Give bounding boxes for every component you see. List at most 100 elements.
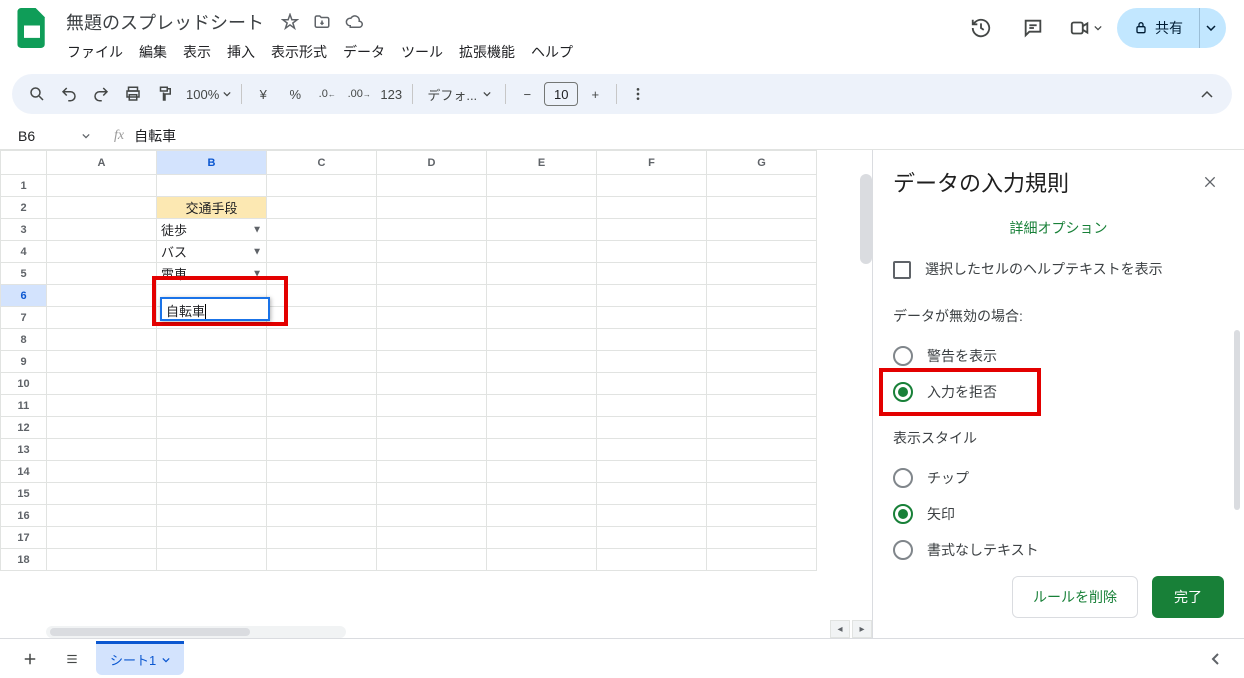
collapse-sidepanel-icon[interactable] — [1200, 643, 1232, 675]
zoom-select[interactable]: 100% — [182, 79, 235, 109]
toolbar: 100% ¥ % .0← .00→ 123 デフォ... − 10 + — [12, 74, 1232, 114]
delete-rule-button[interactable]: ルールを削除 — [1012, 576, 1138, 618]
row-header[interactable]: 18 — [1, 549, 47, 571]
invalid-data-label: データが無効の場合: — [893, 306, 1224, 326]
select-all-corner[interactable] — [1, 151, 47, 175]
print-icon[interactable] — [118, 79, 148, 109]
radio-icon[interactable] — [893, 504, 913, 524]
fontsize-input[interactable]: 10 — [544, 82, 578, 106]
cell-B5[interactable]: 電車▼ — [157, 263, 267, 285]
row-header[interactable]: 16 — [1, 505, 47, 527]
menu-view[interactable]: 表示 — [176, 38, 218, 66]
row-header[interactable]: 7 — [1, 307, 47, 329]
history-icon[interactable] — [961, 8, 1001, 48]
radio-icon[interactable] — [893, 540, 913, 560]
comment-icon[interactable] — [1013, 8, 1053, 48]
name-box[interactable]: B6 — [12, 128, 96, 144]
star-icon[interactable] — [278, 10, 302, 34]
menu-format[interactable]: 表示形式 — [264, 38, 334, 66]
vertical-scrollbar[interactable] — [860, 174, 872, 264]
cell-B2[interactable]: 交通手段 — [157, 197, 267, 219]
radio-reject-input[interactable]: 入力を拒否 — [893, 374, 1224, 410]
sheets-logo[interactable] — [12, 8, 52, 48]
row-header[interactable]: 3 — [1, 219, 47, 241]
radio-icon[interactable] — [893, 382, 913, 402]
sheet-tab[interactable]: シート1 — [96, 641, 184, 675]
radio-plaintext[interactable]: 書式なしテキスト — [893, 532, 1224, 560]
cloud-status-icon[interactable] — [342, 10, 366, 34]
row-header[interactable]: 13 — [1, 439, 47, 461]
radio-icon[interactable] — [893, 468, 913, 488]
row-header[interactable]: 17 — [1, 527, 47, 549]
dropdown-arrow-icon[interactable]: ▼ — [252, 246, 262, 257]
share-label: 共有 — [1155, 18, 1183, 38]
row-header[interactable]: 2 — [1, 197, 47, 219]
paint-format-icon[interactable] — [150, 79, 180, 109]
decrease-decimal-icon[interactable]: .0← — [312, 79, 342, 109]
col-header-G[interactable]: G — [707, 151, 817, 175]
document-title[interactable]: 無題のスプレッドシート — [60, 7, 270, 37]
dropdown-arrow-icon[interactable]: ▼ — [252, 224, 262, 235]
cell-editor[interactable]: 自転車 — [160, 297, 270, 321]
row-header[interactable]: 8 — [1, 329, 47, 351]
increase-decimal-icon[interactable]: .00→ — [344, 79, 374, 109]
font-select[interactable]: デフォ... — [419, 79, 499, 109]
more-formats-icon[interactable]: 123 — [376, 79, 406, 109]
menu-tools[interactable]: ツール — [394, 38, 450, 66]
share-button[interactable]: 共有 — [1117, 8, 1199, 48]
more-toolbar-icon[interactable] — [623, 79, 653, 109]
decrease-fontsize-icon[interactable]: − — [512, 79, 542, 109]
col-header-F[interactable]: F — [597, 151, 707, 175]
menu-insert[interactable]: 挿入 — [220, 38, 262, 66]
close-icon[interactable] — [1196, 168, 1224, 196]
radio-show-warning[interactable]: 警告を表示 — [893, 338, 1224, 374]
menu-help[interactable]: ヘルプ — [524, 38, 580, 66]
move-folder-icon[interactable] — [310, 10, 334, 34]
radio-chip[interactable]: チップ — [893, 460, 1224, 496]
row-header[interactable]: 6 — [1, 285, 47, 307]
display-style-label: 表示スタイル — [893, 428, 1224, 448]
search-icon[interactable] — [22, 79, 52, 109]
collapse-toolbar-icon[interactable] — [1192, 79, 1222, 109]
row-header[interactable]: 11 — [1, 395, 47, 417]
help-text-checkbox[interactable]: 選択したセルのヘルプテキストを表示 — [893, 256, 1224, 302]
radio-icon[interactable] — [893, 346, 913, 366]
col-header-B[interactable]: B — [157, 151, 267, 175]
advanced-options-link[interactable]: 詳細オプション — [893, 210, 1224, 256]
col-header-E[interactable]: E — [487, 151, 597, 175]
increase-fontsize-icon[interactable]: + — [580, 79, 610, 109]
menu-extensions[interactable]: 拡張機能 — [452, 38, 522, 66]
currency-yen-icon[interactable]: ¥ — [248, 79, 278, 109]
col-header-A[interactable]: A — [47, 151, 157, 175]
checkbox-icon[interactable] — [893, 261, 911, 279]
undo-icon[interactable] — [54, 79, 84, 109]
row-header[interactable]: 5 — [1, 263, 47, 285]
menu-data[interactable]: データ — [336, 38, 392, 66]
col-header-D[interactable]: D — [377, 151, 487, 175]
row-header[interactable]: 10 — [1, 373, 47, 395]
cell-B3[interactable]: 徒歩▼ — [157, 219, 267, 241]
row-header[interactable]: 1 — [1, 175, 47, 197]
spreadsheet-grid[interactable]: A B C D E F G 1 2 交通手段 3 徒歩▼ 4 バス▼ 5 電車▼ 6 7… — [0, 150, 817, 571]
dropdown-arrow-icon[interactable]: ▼ — [252, 268, 262, 279]
menu-edit[interactable]: 編集 — [132, 38, 174, 66]
redo-icon[interactable] — [86, 79, 116, 109]
all-sheets-icon[interactable] — [54, 643, 90, 675]
row-header[interactable]: 4 — [1, 241, 47, 263]
panel-scrollbar[interactable] — [1234, 210, 1240, 558]
col-header-C[interactable]: C — [267, 151, 377, 175]
row-header[interactable]: 14 — [1, 461, 47, 483]
meet-icon[interactable] — [1065, 8, 1105, 48]
cell-B4[interactable]: バス▼ — [157, 241, 267, 263]
horizontal-scrollbar[interactable] — [46, 626, 872, 638]
share-dropdown[interactable] — [1199, 8, 1226, 48]
formula-bar[interactable]: 自転車 — [134, 126, 1244, 146]
menu-file[interactable]: ファイル — [60, 38, 130, 66]
row-header[interactable]: 9 — [1, 351, 47, 373]
radio-arrow[interactable]: 矢印 — [893, 496, 1224, 532]
row-header[interactable]: 12 — [1, 417, 47, 439]
add-sheet-icon[interactable] — [12, 643, 48, 675]
done-button[interactable]: 完了 — [1152, 576, 1224, 618]
row-header[interactable]: 15 — [1, 483, 47, 505]
percent-icon[interactable]: % — [280, 79, 310, 109]
